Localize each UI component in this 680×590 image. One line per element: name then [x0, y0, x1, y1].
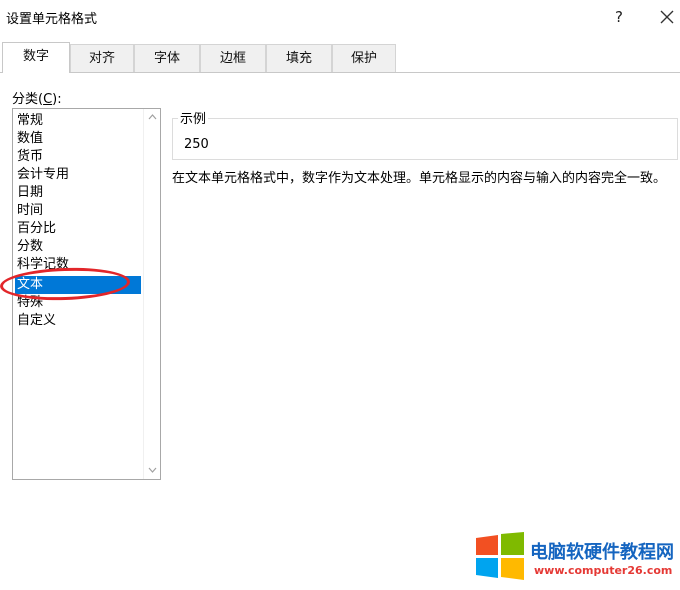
scroll-up-button[interactable]	[144, 109, 160, 126]
list-item-time[interactable]: 时间	[15, 202, 141, 220]
tab-font[interactable]: 字体	[134, 44, 200, 72]
tab-border[interactable]: 边框	[200, 44, 266, 72]
close-icon	[660, 10, 674, 24]
list-item-date[interactable]: 日期	[15, 184, 141, 202]
list-item-general[interactable]: 常规	[15, 112, 141, 130]
list-item-currency[interactable]: 货币	[15, 148, 141, 166]
list-item-number[interactable]: 数值	[15, 130, 141, 148]
chevron-down-icon	[148, 467, 157, 473]
format-description: 在文本单元格格式中，数字作为文本处理。单元格显示的内容与输入的内容完全一致。	[172, 171, 667, 186]
dialog-title: 设置单元格格式	[6, 12, 98, 27]
sample-legend: 示例	[178, 108, 209, 127]
watermark-url: www.computer26.com	[534, 564, 673, 577]
list-item-accounting[interactable]: 会计专用	[15, 166, 141, 184]
sample-box	[172, 118, 678, 160]
list-item-percentage[interactable]: 百分比	[15, 220, 141, 238]
tab-alignment[interactable]: 对齐	[70, 44, 134, 72]
close-button[interactable]	[654, 4, 680, 30]
windows-logo-icon	[476, 532, 524, 580]
listbox-scrollbar[interactable]	[143, 109, 160, 479]
category-label: 分类(C):	[12, 92, 62, 107]
sample-value: 250	[184, 137, 209, 152]
watermark-title: 电脑软硬件教程网	[530, 542, 674, 563]
list-item-fraction[interactable]: 分数	[15, 238, 141, 256]
tab-fill[interactable]: 填充	[266, 44, 332, 72]
tab-protection[interactable]: 保护	[332, 44, 396, 72]
list-item-custom[interactable]: 自定义	[15, 312, 141, 330]
chevron-up-icon	[148, 114, 157, 120]
scroll-down-button[interactable]	[144, 462, 160, 479]
dialog-titlebar: 设置单元格格式 ?	[0, 0, 680, 34]
tab-number[interactable]: 数字	[2, 42, 70, 73]
help-button[interactable]: ?	[606, 4, 632, 30]
tab-strip: 数字 对齐 字体 边框 填充 保护	[0, 42, 680, 73]
watermark: 电脑软硬件教程网 www.computer26.com	[474, 530, 674, 586]
